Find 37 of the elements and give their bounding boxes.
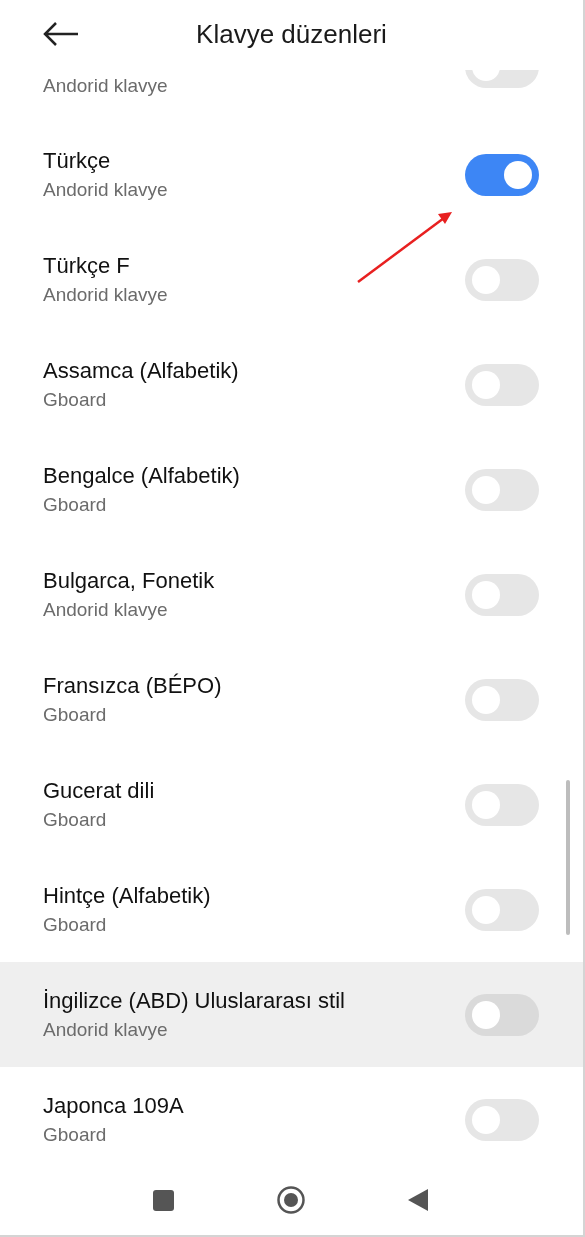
back-button[interactable] bbox=[407, 1188, 429, 1212]
layout-source: Andorid klavye bbox=[43, 1018, 169, 1042]
toggle-switch[interactable] bbox=[465, 573, 539, 616]
recent-apps-button[interactable] bbox=[153, 1190, 174, 1211]
layout-name: Japonca 109A bbox=[43, 1092, 185, 1120]
layout-source: Andorid klavye bbox=[43, 283, 169, 307]
layout-name: İngilizce (ABD) Uluslararası stil bbox=[43, 987, 346, 1015]
toggle-switch[interactable] bbox=[465, 153, 539, 196]
layout-source: Andorid klavye bbox=[43, 74, 169, 98]
layout-source: Andorid klavye bbox=[43, 178, 169, 202]
page-title: Klavye düzenleri bbox=[196, 17, 387, 51]
toggle-switch[interactable] bbox=[465, 468, 539, 511]
toggle-switch[interactable] bbox=[465, 783, 539, 826]
toggle-switch[interactable] bbox=[465, 993, 539, 1036]
layout-source: Gboard bbox=[43, 913, 108, 937]
layout-source: Gboard bbox=[43, 703, 108, 727]
layout-name: Hintçe (Alfabetik) bbox=[43, 882, 212, 910]
toggle-switch[interactable] bbox=[465, 70, 539, 88]
layout-name: Türkçe bbox=[43, 147, 112, 175]
toggle-switch[interactable] bbox=[465, 678, 539, 721]
back-arrow-icon[interactable] bbox=[43, 22, 79, 46]
layout-source: Gboard bbox=[43, 388, 108, 412]
toggle-switch[interactable] bbox=[465, 258, 539, 301]
layout-name: Fransızca (BÉPO) bbox=[43, 672, 223, 700]
home-button[interactable] bbox=[276, 1185, 306, 1215]
toggle-switch[interactable] bbox=[465, 363, 539, 406]
layout-source: Gboard bbox=[43, 808, 108, 832]
layout-source: Gboard bbox=[43, 1123, 108, 1147]
layout-name: Bulgarca, Fonetik bbox=[43, 567, 216, 595]
layout-source: Andorid klavye bbox=[43, 598, 169, 622]
layout-name: Assamca (Alfabetik) bbox=[43, 357, 240, 385]
layout-name: Bengalce (Alfabetik) bbox=[43, 462, 241, 490]
toggle-switch[interactable] bbox=[465, 888, 539, 931]
layout-name: Gucerat dili bbox=[43, 777, 156, 805]
layout-source: Gboard bbox=[43, 493, 108, 517]
toggle-switch[interactable] bbox=[465, 1098, 539, 1141]
layout-name: Türkçe F bbox=[43, 252, 131, 280]
